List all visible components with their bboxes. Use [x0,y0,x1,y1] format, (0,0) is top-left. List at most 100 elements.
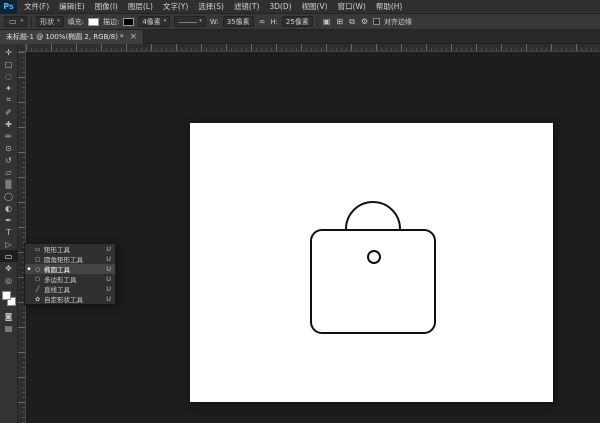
tool-preset-picker[interactable]: ▭ ▾ [4,16,27,27]
gear-icon[interactable]: ⚙ [360,17,369,26]
document-tab-bar: 未标题-1 @ 100%(椭圆 2, RGB/8) * × [0,30,600,44]
shape-tools-flyout-menu: ▭ 矩形工具 U ▢ 圆角矩形工具 U ▪ ○ 椭圆工具 U ⬠ 多边形工具 U… [24,243,116,305]
menu-image[interactable]: 图像(I) [90,0,123,14]
menu-item-label: 自定形状工具 [44,294,103,304]
menu-window[interactable]: 窗口(W) [333,0,371,14]
menu-bar: Ps 文件(F) 编辑(E) 图像(I) 图层(L) 文字(Y) 选择(S) 滤… [0,0,600,14]
blur-tool[interactable]: ◯ [0,190,18,202]
line-style-icon: ——— [178,18,196,26]
menu-item-label: 直线工具 [44,284,103,294]
shape-tool[interactable]: ▭ [0,250,18,262]
menu-item-shortcut: U [106,245,111,253]
divider [31,16,32,28]
vertical-ruler[interactable] [18,52,26,423]
menu-help[interactable]: 帮助(H) [371,0,408,14]
bag-clasp-circle-shape [367,250,381,264]
tool-mode-dropdown[interactable]: 形状 ▾ [36,16,64,27]
path-selection-tool[interactable]: ▷ [0,238,18,250]
selected-tool-marker: ▪ [27,266,31,272]
menu-item-shortcut: U [106,255,111,263]
pen-tool[interactable]: ✒ [0,214,18,226]
zoom-tool[interactable]: ◎ [0,274,18,286]
rounded-rectangle-tool-icon: ▢ [34,256,41,263]
brush-tool[interactable]: ✏ [0,130,18,142]
dodge-tool[interactable]: ◐ [0,202,18,214]
align-edges-label: 对齐边缘 [384,17,412,27]
ellipse-tool-icon: ○ [34,266,41,273]
height-label: H: [270,18,278,26]
quick-selection-tool[interactable]: ✦ [0,82,18,94]
marquee-tool[interactable]: □ [0,58,18,70]
menu-item-label: 椭圆工具 [44,264,103,274]
canvas-pasteboard [26,52,600,423]
history-brush-tool[interactable]: ↺ [0,154,18,166]
height-value: 25像素 [286,17,309,27]
menu-3d[interactable]: 3D(D) [264,0,296,14]
stroke-label: 描边: [103,17,119,27]
menu-layer[interactable]: 图层(L) [123,0,158,14]
close-icon[interactable]: × [130,33,138,42]
menu-item-custom-shape-tool[interactable]: ✿ 自定形状工具 U [25,294,115,304]
eraser-tool[interactable]: ▱ [0,166,18,178]
custom-shape-tool-icon: ✿ [34,296,41,303]
stroke-width-value: 4像素 [142,17,160,27]
stroke-swatch[interactable] [123,18,134,26]
type-tool[interactable]: T [0,226,18,238]
menu-item-line-tool[interactable]: ╱ 直线工具 U [25,284,115,294]
menu-item-label: 圆角矩形工具 [44,254,103,264]
document-tab[interactable]: 未标题-1 @ 100%(椭圆 2, RGB/8) * × [0,30,144,44]
screen-mode-button[interactable]: ▤ [0,322,18,334]
menu-item-label: 多边形工具 [44,274,103,284]
lasso-tool[interactable]: ◌ [0,70,18,82]
menu-view[interactable]: 视图(V) [297,0,333,14]
menu-item-shortcut: U [106,295,111,303]
menu-select[interactable]: 选择(S) [193,0,229,14]
path-arrangement-icon[interactable]: ⧉ [348,17,356,27]
chevron-down-icon: ▾ [57,19,60,24]
fill-swatch[interactable] [88,18,99,26]
chevron-down-icon: ▾ [21,19,24,24]
ruler-origin-corner[interactable] [18,44,26,52]
menu-item-shortcut: U [106,265,111,273]
menu-item-polygon-tool[interactable]: ⬠ 多边形工具 U [25,274,115,284]
stroke-type-dropdown[interactable]: ——— ▾ [174,16,206,27]
menu-type[interactable]: 文字(Y) [158,0,193,14]
tool-options-bar: ▭ ▾ 形状 ▾ 填充: 描边: 4像素 ▾ ——— ▾ W: 35像素 ∞ H… [0,14,600,30]
tools-panel: ✛ □ ◌ ✦ ⌗ ✐ ✚ ✏ ⊙ ↺ ▱ ▒ ◯ ◐ ✒ T ▷ ▭ ✥ ◎ … [0,44,18,423]
menu-filter[interactable]: 滤镜(T) [229,0,264,14]
shape-preset-icon: ▭ [8,17,18,26]
width-input[interactable]: 35像素 [223,16,254,27]
menu-edit[interactable]: 编辑(E) [54,0,90,14]
height-input[interactable]: 25像素 [282,16,313,27]
fill-label: 填充: [68,17,84,27]
clone-stamp-tool[interactable]: ⊙ [0,142,18,154]
eyedropper-tool[interactable]: ✐ [0,106,18,118]
foreground-color-swatch[interactable] [2,291,11,300]
move-tool[interactable]: ✛ [0,46,18,58]
horizontal-ruler[interactable] [26,44,600,52]
gradient-tool[interactable]: ▒ [0,178,18,190]
menu-item-ellipse-tool[interactable]: ▪ ○ 椭圆工具 U [25,264,115,274]
align-edges-checkbox[interactable] [373,18,380,25]
polygon-tool-icon: ⬠ [34,276,41,283]
path-operations-icon[interactable]: ▣ [322,17,332,26]
tool-mode-value: 形状 [40,17,54,27]
menu-item-shortcut: U [106,285,111,293]
link-dimensions-icon[interactable]: ∞ [258,17,267,26]
menu-file[interactable]: 文件(F) [19,0,54,14]
healing-brush-tool[interactable]: ✚ [0,118,18,130]
width-label: W: [210,18,219,26]
quick-mask-button[interactable]: ◙ [0,310,18,322]
document-canvas[interactable] [190,123,553,402]
path-alignment-icon[interactable]: ⊞ [335,17,344,26]
rectangle-tool-icon: ▭ [34,246,41,253]
line-tool-icon: ╱ [34,286,41,293]
stroke-width-dropdown[interactable]: 4像素 ▾ [138,16,170,27]
menu-item-shortcut: U [106,275,111,283]
menu-item-rounded-rectangle-tool[interactable]: ▢ 圆角矩形工具 U [25,254,115,264]
menu-item-rectangle-tool[interactable]: ▭ 矩形工具 U [25,244,115,254]
hand-tool[interactable]: ✥ [0,262,18,274]
crop-tool[interactable]: ⌗ [0,94,18,106]
chevron-down-icon: ▾ [164,19,167,24]
menu-item-label: 矩形工具 [44,244,103,254]
